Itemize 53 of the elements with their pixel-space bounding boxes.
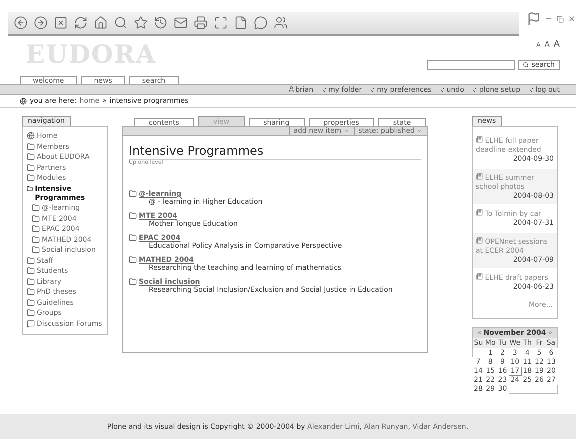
page-icon[interactable] xyxy=(234,16,248,30)
folder-icon xyxy=(27,153,35,161)
envelope-icon[interactable] xyxy=(174,16,188,30)
star-icon[interactable] xyxy=(134,16,148,30)
caret-icon xyxy=(344,128,350,134)
globe-icon xyxy=(27,132,35,140)
folder-icon xyxy=(27,184,34,192)
newspaper-icon xyxy=(476,209,483,216)
page-title: Intensive Programmes xyxy=(129,144,421,160)
folder-icon xyxy=(27,298,35,306)
folder-icon xyxy=(129,212,137,220)
folder-icon xyxy=(32,225,40,233)
folder-icon xyxy=(32,246,40,254)
speech-bubble-icon[interactable] xyxy=(254,16,268,30)
search-icon[interactable] xyxy=(114,16,128,30)
printer-icon[interactable] xyxy=(194,16,208,30)
globe-icon xyxy=(20,98,27,104)
folder-icon xyxy=(27,309,35,317)
clock-icon[interactable] xyxy=(154,16,168,30)
discussion-icon xyxy=(27,320,35,328)
forward-icon[interactable] xyxy=(34,16,48,30)
search-field[interactable] xyxy=(426,60,515,70)
folder-icon xyxy=(129,234,137,242)
close-icon[interactable] xyxy=(568,15,576,23)
folder-icon xyxy=(32,214,40,222)
stop-icon[interactable] xyxy=(54,16,68,30)
back-icon[interactable] xyxy=(14,16,28,30)
folder-icon xyxy=(27,256,35,264)
folder-icon xyxy=(32,236,40,244)
caret-icon xyxy=(417,128,423,134)
folder-icon xyxy=(129,190,137,198)
flag-icon xyxy=(527,12,541,26)
newspaper-icon xyxy=(476,236,483,244)
folder-icon xyxy=(27,288,35,296)
folder-icon xyxy=(27,278,35,286)
home-icon[interactable] xyxy=(94,16,108,30)
newspaper-icon xyxy=(476,172,483,180)
folder-icon xyxy=(27,174,35,182)
people-icon[interactable] xyxy=(274,16,288,30)
folder-icon xyxy=(27,267,35,275)
folder-icon xyxy=(27,142,35,150)
refresh-icon[interactable] xyxy=(74,16,88,30)
window-icon[interactable] xyxy=(214,16,228,30)
folder-icon xyxy=(129,256,137,264)
folder-icon xyxy=(129,278,137,286)
newspaper-icon xyxy=(476,273,483,280)
folder-icon xyxy=(32,204,40,212)
person-icon xyxy=(288,86,295,93)
restore-icon[interactable] xyxy=(557,16,564,22)
newspaper-icon xyxy=(476,136,483,143)
folder-icon xyxy=(27,164,35,172)
search-icon xyxy=(522,62,529,68)
text-size-link[interactable]: A xyxy=(554,40,560,50)
